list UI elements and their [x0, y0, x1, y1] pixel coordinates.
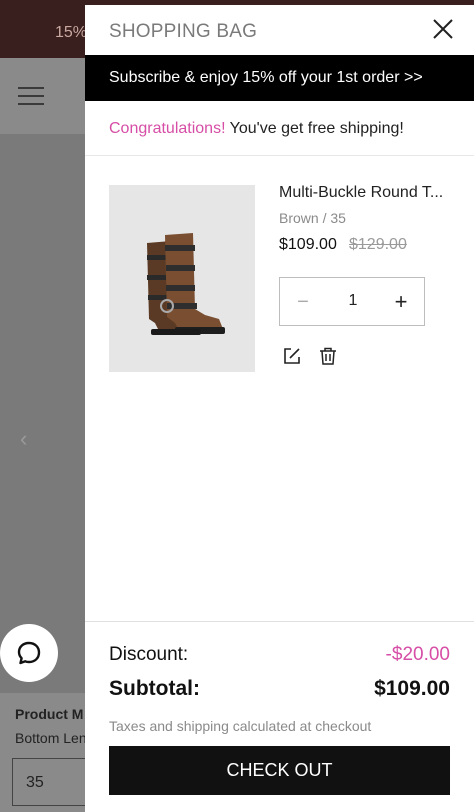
checkout-button[interactable]: CHECK OUT: [109, 746, 450, 795]
edit-icon[interactable]: [282, 346, 302, 366]
subtotal-label: Subtotal:: [109, 677, 200, 700]
product-name-link[interactable]: Multi-Buckle Round T...: [279, 184, 451, 202]
discount-value: -$20.00: [385, 644, 450, 665]
close-button[interactable]: [431, 17, 455, 41]
product-subtitle: Bottom Len: [15, 730, 87, 746]
tax-note: Taxes and shipping calculated at checkou…: [109, 718, 372, 734]
discount-label: Discount:: [109, 644, 189, 665]
congrats-text: Congratulations!: [109, 120, 226, 137]
product-variant: Brown / 35: [279, 210, 346, 226]
quantity-value[interactable]: 1: [338, 292, 368, 310]
close-icon: [433, 19, 453, 39]
drawer-header: SHOPPING BAG: [85, 5, 474, 55]
trash-icon[interactable]: [318, 346, 338, 366]
subscribe-banner[interactable]: Subscribe & enjoy 15% off your 1st order…: [85, 55, 474, 101]
quantity-stepper: − 1 +: [279, 277, 425, 326]
divider: [85, 155, 474, 156]
cart-summary: Discount: -$20.00 Subtotal: $109.00 Taxe…: [85, 621, 474, 812]
original-price: $129.00: [349, 236, 407, 253]
chat-button[interactable]: [0, 624, 58, 682]
subtotal-value: $109.00: [374, 677, 450, 700]
boot-image: [147, 233, 225, 335]
product-image[interactable]: [109, 185, 255, 372]
drawer-title: SHOPPING BAG: [109, 21, 258, 42]
chevron-left-icon[interactable]: ‹: [20, 426, 27, 452]
minus-icon[interactable]: −: [292, 291, 314, 313]
plus-icon[interactable]: +: [390, 291, 412, 313]
free-shipping-message: Congratulations! You've get free shippin…: [109, 120, 404, 138]
product-title: Product M: [15, 706, 84, 722]
chat-icon: [17, 641, 41, 665]
sale-price: $109.00: [279, 236, 337, 253]
shipping-text: You've get free shipping!: [225, 120, 404, 137]
shopping-bag-drawer: SHOPPING BAG Subscribe & enjoy 15% off y…: [85, 5, 474, 812]
menu-icon[interactable]: [18, 87, 44, 105]
